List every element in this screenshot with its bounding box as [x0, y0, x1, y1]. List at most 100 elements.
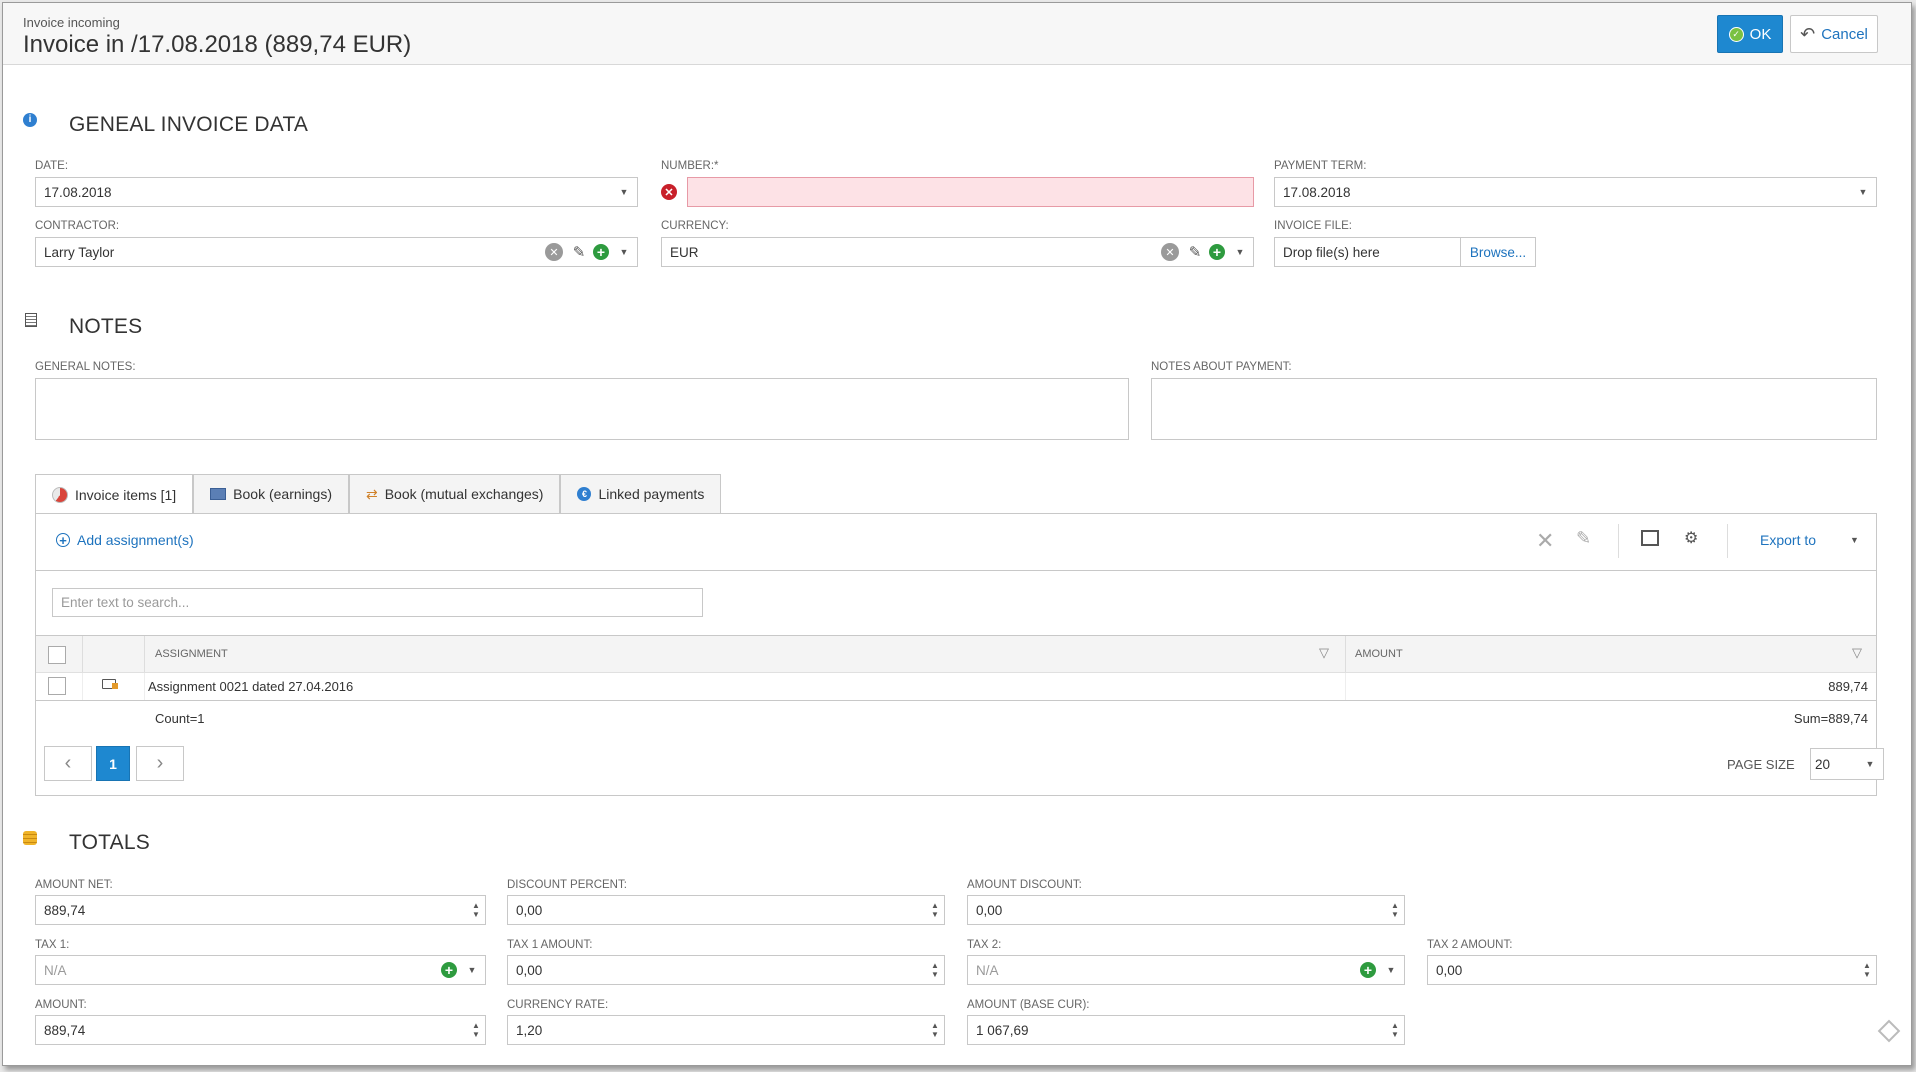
general-notes-textarea[interactable] — [35, 378, 1129, 440]
chevron-down-icon[interactable]: ▼ — [611, 178, 637, 206]
add-assignment-label: Add assignment(s) — [77, 532, 194, 548]
ok-button[interactable]: ✓ OK — [1717, 15, 1783, 53]
select-all-checkbox[interactable] — [48, 646, 66, 664]
amount-net-label: AMOUNT NET: — [35, 879, 113, 891]
row-checkbox[interactable] — [48, 677, 66, 695]
columns-icon[interactable] — [1641, 530, 1659, 546]
chevron-down-icon[interactable]: ▼ — [1850, 178, 1876, 206]
tax2-amount-field[interactable]: 0,00 ▲ ▼ — [1427, 955, 1877, 985]
pencil-icon[interactable]: ✎ — [1576, 528, 1591, 549]
chevron-down-icon[interactable]: ▼ — [1227, 238, 1253, 266]
chevron-down-icon[interactable]: ▼ — [459, 956, 485, 984]
spinner-icon[interactable]: ▲ ▼ — [467, 896, 485, 924]
currency-field[interactable]: EUR ✕ ✎ + ▼ — [661, 237, 1254, 267]
page-size-select[interactable]: 20 ▼ — [1810, 748, 1884, 780]
chevron-down-icon[interactable]: ▼ — [1378, 956, 1404, 984]
payment-term-label: PAYMENT TERM: — [1274, 160, 1367, 172]
col-divider — [1345, 636, 1346, 672]
chevron-down-icon[interactable]: ▼ — [1850, 535, 1859, 545]
amount-value: 889,74 — [44, 1022, 86, 1038]
spinner-icon[interactable]: ▲ ▼ — [926, 1016, 944, 1044]
tax1-field[interactable]: N/A + ▼ — [35, 955, 486, 985]
spinner-icon[interactable]: ▲ ▼ — [1858, 956, 1876, 984]
amount-net-field[interactable]: 889,74 ▲ ▼ — [35, 895, 486, 925]
number-label: NUMBER:* — [661, 160, 719, 172]
tab-linked-payments[interactable]: € Linked payments — [560, 474, 722, 513]
search-placeholder: Enter text to search... — [61, 595, 190, 610]
spinner-icon[interactable]: ▲ ▼ — [1386, 1016, 1404, 1044]
filter-icon[interactable]: ▽ — [1852, 645, 1862, 661]
table-row[interactable]: Assignment 0021 dated 27.04.2016 889,74 — [36, 673, 1876, 701]
number-field[interactable] — [687, 177, 1254, 207]
payment-notes-textarea[interactable] — [1151, 378, 1877, 440]
coins-icon — [23, 831, 37, 845]
clear-icon[interactable]: ✕ — [545, 243, 563, 261]
invoice-file-placeholder: Drop file(s) here — [1283, 244, 1380, 260]
payment-term-value: 17.08.2018 — [1283, 184, 1351, 200]
tax2-amount-value: 0,00 — [1436, 962, 1463, 978]
clear-icon[interactable]: ✕ — [1161, 243, 1179, 261]
tax1-value: N/A — [44, 962, 67, 978]
discount-percent-label: DISCOUNT PERCENT: — [507, 879, 627, 891]
column-header-assignment[interactable]: ASSIGNMENT — [155, 648, 228, 660]
cancel-button[interactable]: ↶ Cancel — [1790, 15, 1878, 53]
invoice-items-icon — [52, 487, 68, 503]
spinner-icon[interactable]: ▲ ▼ — [1386, 896, 1404, 924]
discount-percent-value: 0,00 — [516, 902, 543, 918]
prev-page-button[interactable]: ‹ — [44, 746, 92, 781]
check-icon: ✓ — [1728, 26, 1744, 42]
discount-percent-field[interactable]: 0,00 ▲ ▼ — [507, 895, 945, 925]
add-icon[interactable]: + — [1209, 244, 1225, 260]
linked-payments-icon: € — [577, 487, 592, 501]
tax2-value: N/A — [976, 962, 999, 978]
export-to-label: Export to — [1760, 532, 1817, 548]
resize-grip-icon[interactable] — [1877, 1019, 1901, 1043]
currency-rate-label: CURRENCY RATE: — [507, 999, 609, 1011]
amount-base-field[interactable]: 1 067,69 ▲ ▼ — [967, 1015, 1405, 1045]
spinner-icon[interactable]: ▲ ▼ — [467, 1016, 485, 1044]
filter-icon[interactable]: ▽ — [1319, 645, 1329, 661]
add-icon[interactable]: + — [441, 962, 457, 978]
contractor-label: CONTRACTOR: — [35, 220, 120, 232]
page-button-current[interactable]: 1 — [96, 746, 130, 781]
search-input[interactable]: Enter text to search... — [52, 588, 703, 617]
browse-button[interactable]: Browse... — [1460, 237, 1536, 267]
next-page-button[interactable]: › — [136, 746, 184, 781]
contractor-field[interactable]: Larry Taylor ✕ ✎ + ▼ — [35, 237, 638, 267]
tab-label: Invoice items [1] — [75, 487, 177, 503]
chevron-down-icon[interactable]: ▼ — [1857, 750, 1883, 778]
cancel-button-label: Cancel — [1821, 25, 1868, 43]
page-title: Invoice in /17.08.2018 (889,74 EUR) — [23, 31, 412, 58]
col-divider — [82, 636, 83, 672]
add-icon[interactable]: + — [1360, 962, 1376, 978]
tax2-field[interactable]: N/A + ▼ — [967, 955, 1405, 985]
tab-invoice-items[interactable]: Invoice items [1] — [35, 474, 194, 515]
count-summary: Count=1 — [155, 711, 205, 726]
column-header-amount[interactable]: AMOUNT — [1355, 648, 1403, 660]
payment-term-field[interactable]: 17.08.2018 ▼ — [1274, 177, 1877, 207]
tax2-label: TAX 2: — [967, 939, 1002, 951]
export-to-button[interactable]: Export to ▼ — [1760, 532, 1859, 548]
chevron-down-icon[interactable]: ▼ — [611, 238, 637, 266]
date-field[interactable]: 17.08.2018 ▼ — [35, 177, 638, 207]
spinner-icon[interactable]: ▲ ▼ — [926, 896, 944, 924]
pencil-icon[interactable]: ✎ — [1185, 242, 1205, 262]
invoice-file-label: INVOICE FILE: — [1274, 220, 1352, 232]
amount-field[interactable]: 889,74 ▲ ▼ — [35, 1015, 486, 1045]
col-divider — [144, 673, 145, 700]
delete-icon[interactable]: ✕ — [1536, 528, 1554, 554]
browse-button-label: Browse... — [1469, 244, 1527, 260]
add-assignment-button[interactable]: + Add assignment(s) — [56, 532, 194, 548]
add-icon[interactable]: + — [593, 244, 609, 260]
spinner-icon[interactable]: ▲ ▼ — [926, 956, 944, 984]
tax1-amount-field[interactable]: 0,00 ▲ ▼ — [507, 955, 945, 985]
tab-book-mutual-exchanges[interactable]: ⇄ Book (mutual exchanges) — [348, 474, 561, 513]
page-size-value: 20 — [1815, 756, 1831, 772]
amount-discount-field[interactable]: 0,00 ▲ ▼ — [967, 895, 1405, 925]
row-amount: 889,74 — [1828, 679, 1868, 694]
currency-rate-field[interactable]: 1,20 ▲ ▼ — [507, 1015, 945, 1045]
invoice-file-dropzone[interactable]: Drop file(s) here — [1274, 237, 1461, 267]
tab-book-earnings[interactable]: Book (earnings) — [193, 474, 349, 513]
filter-settings-icon[interactable]: ⚙ — [1684, 528, 1698, 548]
pencil-icon[interactable]: ✎ — [569, 242, 589, 262]
